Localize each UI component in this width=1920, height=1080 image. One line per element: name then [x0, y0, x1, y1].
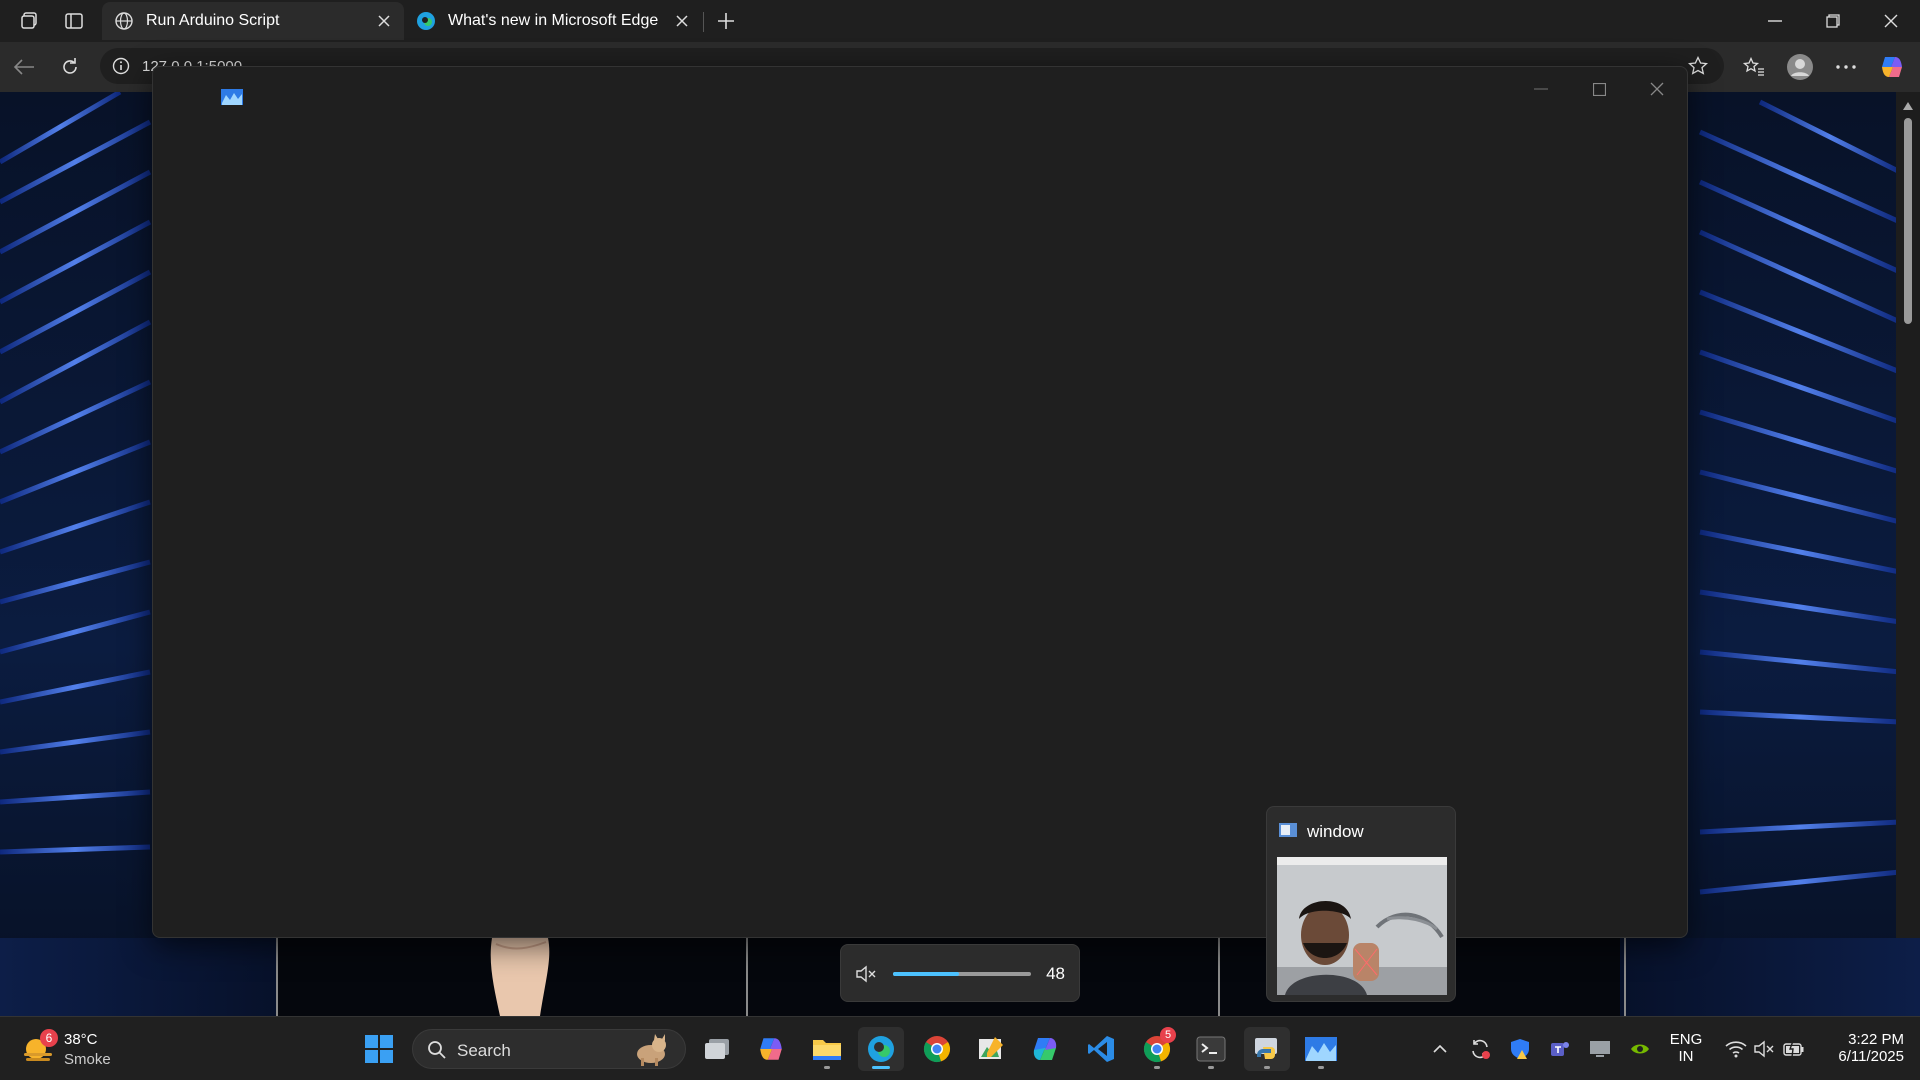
battery-charging-icon[interactable]	[1782, 1037, 1806, 1061]
taskbar-python[interactable]	[1244, 1027, 1290, 1071]
running-indicator	[824, 1066, 830, 1069]
wifi-icon[interactable]	[1724, 1037, 1748, 1061]
tab-label: What's new in Microsoft Edge	[448, 12, 659, 29]
taskbar-search-box[interactable]: Search	[412, 1029, 686, 1069]
globe-icon	[114, 11, 134, 31]
app-window-icon	[221, 89, 243, 105]
taskbar-task-view[interactable]	[694, 1027, 740, 1071]
page-scrollbar[interactable]	[1896, 92, 1920, 1016]
tab-run-arduino-script[interactable]: Run Arduino Script	[102, 2, 404, 40]
sync-icon[interactable]	[1468, 1037, 1492, 1061]
weather-condition: Smoke	[64, 1051, 111, 1068]
volume-slider[interactable]	[893, 972, 1031, 976]
taskbar-vscode[interactable]	[1078, 1027, 1124, 1071]
edge-app-icon	[868, 1036, 894, 1062]
copilot-app-icon	[760, 1038, 782, 1060]
new-tab-icon[interactable]	[706, 4, 746, 38]
taskbar-copilot[interactable]	[748, 1027, 794, 1071]
search-highlight-cat-icon	[629, 1034, 671, 1066]
running-indicator	[1154, 1066, 1160, 1069]
python-icon	[1255, 1038, 1277, 1059]
profile-avatar-icon[interactable]	[1782, 50, 1818, 84]
browser-tab-strip: Run Arduino Script What's new in Microso…	[0, 0, 1920, 42]
weather-temp: 38°C	[64, 1031, 98, 1048]
site-info-icon[interactable]	[112, 57, 130, 75]
thumbnail-title: window	[1307, 822, 1364, 841]
taskbar-edge[interactable]	[858, 1027, 904, 1071]
folder-icon	[813, 1040, 841, 1060]
search-label: Search	[457, 1041, 511, 1060]
chrome-notification-badge: 5	[1160, 1027, 1176, 1043]
close-tab-icon[interactable]	[374, 11, 394, 31]
language-indicator[interactable]: ENG IN	[1662, 1031, 1710, 1065]
close-tab-icon[interactable]	[672, 11, 692, 31]
tab-whats-new-edge[interactable]: What's new in Microsoft Edge	[404, 2, 702, 40]
workspaces-icon[interactable]	[10, 4, 50, 38]
app-window-icon	[1305, 1037, 1337, 1061]
window-app-icon	[1279, 823, 1297, 837]
running-indicator	[1208, 1066, 1214, 1069]
hand-fist-image	[474, 938, 564, 1016]
refresh-icon[interactable]	[52, 50, 88, 84]
terminal-icon	[1196, 1036, 1226, 1062]
restore-icon[interactable]	[1804, 0, 1862, 42]
taskbar-microsoft-365[interactable]	[1022, 1027, 1068, 1071]
weather-badge: 6	[40, 1029, 58, 1047]
app-close-icon[interactable]	[1631, 73, 1683, 105]
task-view-icon	[705, 1039, 729, 1059]
copilot-icon[interactable]	[1874, 50, 1910, 84]
language-line2: IN	[1678, 1048, 1694, 1065]
security-shield-icon[interactable]	[1508, 1037, 1532, 1061]
taskbar-file-explorer[interactable]	[804, 1027, 850, 1071]
language-line1: ENG	[1669, 1031, 1703, 1048]
app-minimize-icon[interactable]	[1515, 73, 1567, 105]
taskbar-window-app[interactable]	[1298, 1027, 1344, 1071]
taskbar-image-viewer[interactable]	[968, 1027, 1014, 1071]
scroll-up-arrow-icon[interactable]	[1903, 102, 1913, 110]
chrome-icon	[923, 1036, 951, 1063]
tab-label: Run Arduino Script	[146, 12, 280, 29]
taskbar-chrome[interactable]	[914, 1027, 960, 1071]
start-button[interactable]	[356, 1027, 402, 1071]
running-indicator	[1264, 1066, 1270, 1069]
more-options-icon[interactable]	[1828, 50, 1864, 84]
app-maximize-icon[interactable]	[1573, 73, 1625, 105]
speaker-muted-icon[interactable]	[855, 965, 877, 983]
vertical-tabs-icon[interactable]	[54, 4, 94, 38]
active-indicator	[872, 1066, 890, 1069]
windows-logo-icon	[365, 1035, 393, 1063]
teams-icon[interactable]	[1548, 1037, 1572, 1061]
favorites-icon[interactable]	[1736, 50, 1772, 84]
windows-taskbar: 6 38°C Smoke Search 5 ENG IN 3:22 PM 6/1…	[0, 1016, 1920, 1080]
edge-icon	[416, 11, 436, 31]
taskbar-chrome-profile[interactable]: 5	[1134, 1027, 1180, 1071]
clock-date: 6/11/2025	[1838, 1048, 1904, 1065]
minimize-icon[interactable]	[1746, 0, 1804, 42]
vscode-icon	[1088, 1036, 1114, 1062]
weather-widget[interactable]: 6 38°C Smoke	[20, 1029, 170, 1071]
close-window-icon[interactable]	[1862, 0, 1920, 42]
volume-level: 48	[1046, 964, 1065, 983]
show-hidden-icons-chevron-icon[interactable]	[1428, 1037, 1452, 1061]
taskbar-terminal[interactable]	[1188, 1027, 1234, 1071]
back-icon[interactable]	[6, 50, 42, 84]
favorite-star-icon[interactable]	[1688, 56, 1708, 76]
webcam-preview-image	[1277, 857, 1447, 995]
volume-flyout: 48	[840, 944, 1080, 1002]
volume-slider-fill	[893, 972, 960, 976]
nvidia-icon[interactable]	[1628, 1037, 1652, 1061]
scrollbar-thumb[interactable]	[1904, 118, 1912, 324]
display-icon[interactable]	[1588, 1037, 1612, 1061]
volume-muted-icon[interactable]	[1752, 1037, 1776, 1061]
taskbar-thumbnail-preview[interactable]: window	[1266, 806, 1456, 1002]
clock-time: 3:22 PM	[1848, 1031, 1904, 1048]
python-app-window	[152, 66, 1688, 938]
search-icon	[427, 1040, 447, 1060]
running-indicator	[1318, 1066, 1324, 1069]
clock[interactable]: 3:22 PM 6/11/2025	[1816, 1031, 1904, 1065]
tab-divider	[703, 12, 704, 32]
m365-icon	[1033, 1038, 1057, 1060]
photo-editor-icon	[979, 1037, 1003, 1059]
